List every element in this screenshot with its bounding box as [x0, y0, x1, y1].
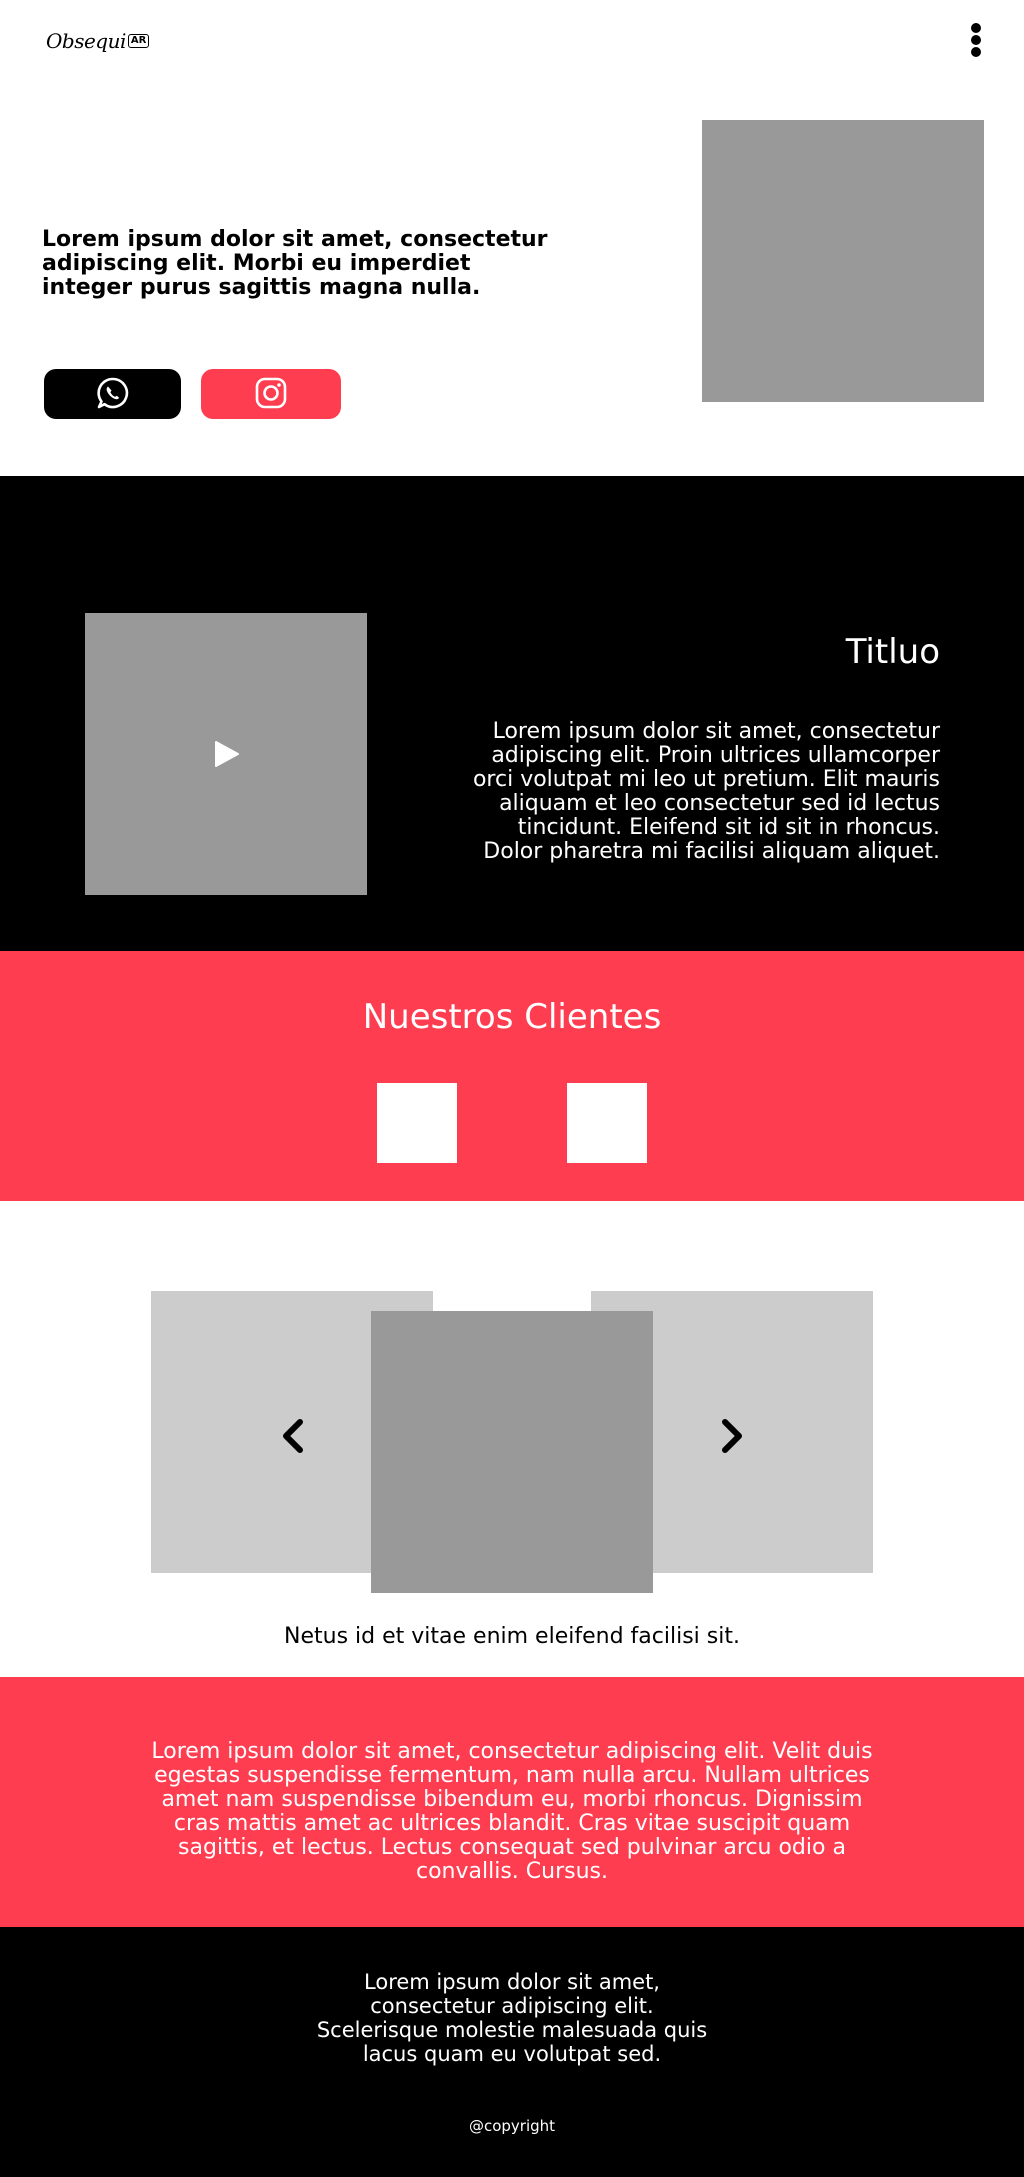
hero-text: Lorem ipsum dolor sit amet, consectetur … — [42, 227, 548, 300]
instagram-button[interactable] — [201, 369, 341, 419]
chevron-left-icon[interactable] — [278, 1418, 308, 1454]
video-description: Lorem ipsum dolor sit amet, consectetur … — [472, 719, 940, 864]
video-title: Titluo — [845, 632, 940, 672]
whatsapp-button[interactable] — [44, 369, 181, 419]
play-icon[interactable] — [211, 739, 241, 769]
copyright: @copyright — [468, 2117, 556, 2135]
logo-badge: AR — [127, 34, 150, 48]
client-logo — [377, 1083, 457, 1163]
kebab-menu-icon[interactable] — [964, 22, 988, 58]
carousel-slide-active — [371, 1311, 653, 1593]
clients-section — [0, 951, 1024, 1201]
chevron-right-icon[interactable] — [717, 1418, 747, 1454]
info-text: Lorem ipsum dolor sit amet, consectetur … — [151, 1739, 873, 1884]
logo-text: Obsequi — [46, 29, 126, 53]
video-player[interactable] — [85, 613, 367, 895]
client-logo — [567, 1083, 647, 1163]
instagram-icon — [255, 377, 287, 412]
hero-image-placeholder — [702, 120, 984, 402]
clients-title: Nuestros Clientes — [362, 997, 662, 1037]
footer-text: Lorem ipsum dolor sit amet, consectetur … — [316, 1970, 708, 2066]
whatsapp-icon — [96, 376, 130, 413]
logo[interactable]: Obsequi AR — [46, 26, 150, 56]
carousel-caption: Netus id et vitae enim eleifend facilisi… — [284, 1624, 740, 1649]
